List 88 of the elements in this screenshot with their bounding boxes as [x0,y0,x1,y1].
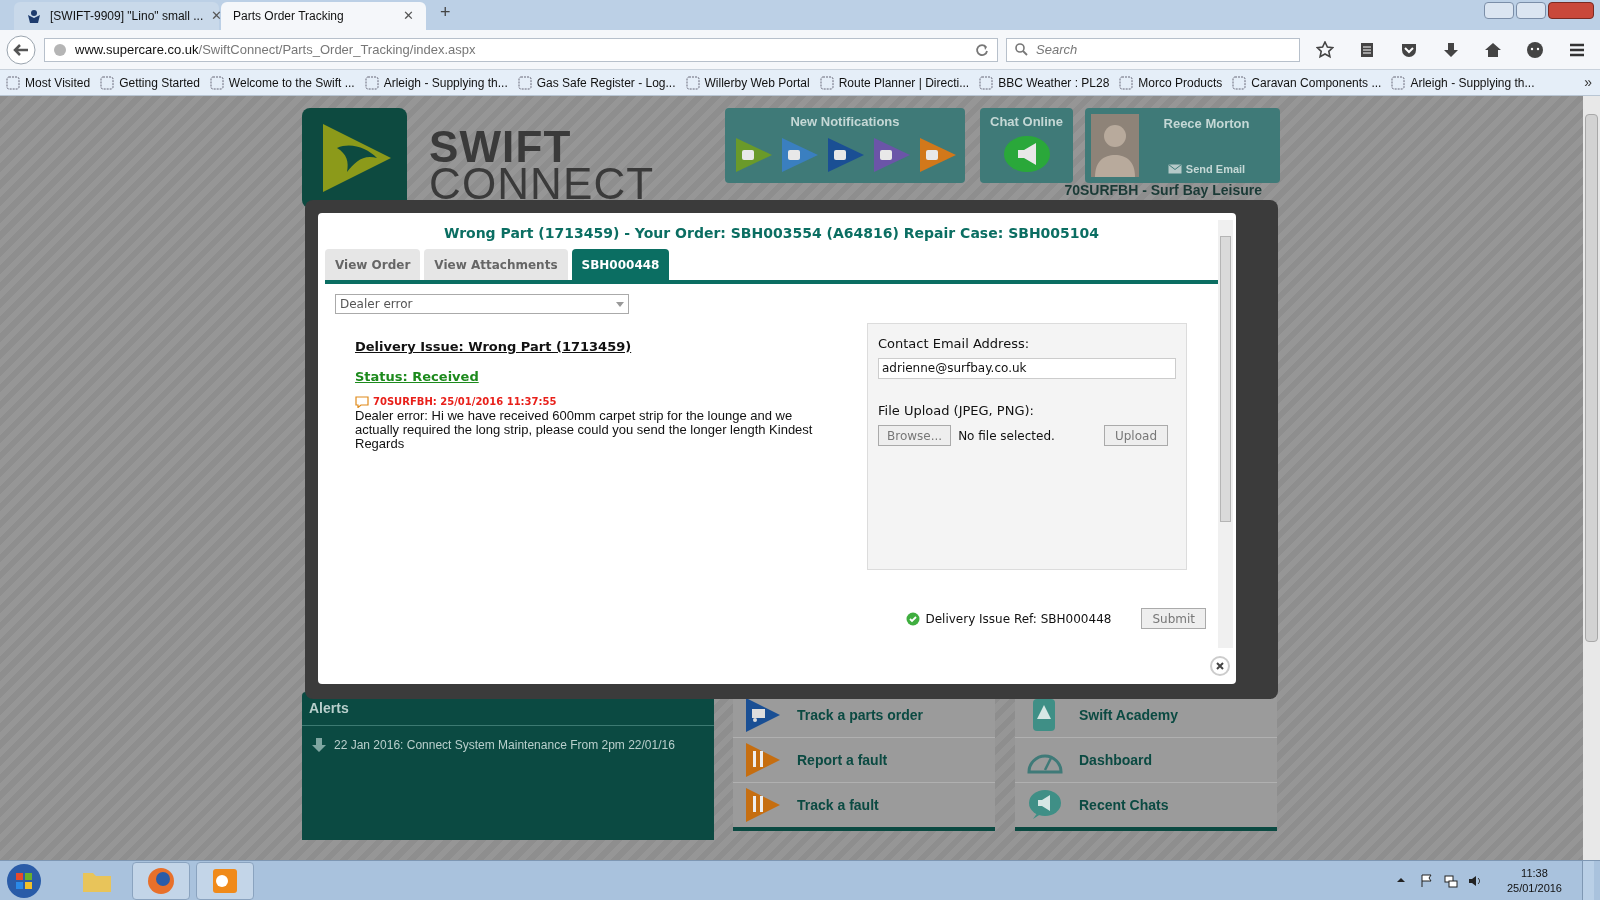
page-icon [1391,75,1406,90]
dialog-tab[interactable]: View Order [325,249,421,280]
message-text: Dealer error: Hi we have received 600mm carpet strip for the lounge and we actually required the long strip, please could you send the longer length Kindest Regards [355,409,814,451]
search-icon [1015,43,1028,56]
network-icon[interactable] [1442,872,1459,889]
page-icon [1232,75,1247,90]
browse-button[interactable]: Browse... [878,425,952,446]
bookmark-link[interactable]: Getting Started [100,73,200,92]
page-icon [979,75,994,90]
down-arrow-icon [312,738,326,752]
bookmark-link[interactable]: BBC Weather : PL28 [979,73,1110,92]
upload-label: File Upload (JPEG, PNG): [878,401,1035,420]
home-icon[interactable] [1484,40,1502,59]
chat-icon[interactable] [1526,40,1544,59]
bookmark-link[interactable]: Willerby Web Portal [685,73,810,92]
close-icon [1216,662,1224,670]
page-icon [6,75,20,90]
page-icon [209,75,224,90]
reference-text: Delivery Issue Ref: SBH000448 [925,610,1112,628]
bookmark-link[interactable]: Arleigh - Supplying th... [1391,73,1535,92]
back-icon[interactable] [6,34,36,65]
bookmark-link[interactable]: Route Planner | Directi... [819,73,970,92]
browser-tab[interactable]: [SWIFT-9909] "Lino" small ... ✕ [14,2,219,30]
download-icon[interactable] [1442,40,1460,59]
bookmark-link[interactable]: Welcome to the Swift ... [209,73,355,92]
upload-button[interactable]: Upload [1103,425,1168,446]
dialog-scrollbar[interactable] [1218,220,1233,648]
submit-button[interactable]: Submit [1141,608,1206,629]
dealer-name: 70SURFBH - Surf Bay Leisure [1064,182,1262,198]
user-name: Reece Morton [1163,115,1250,133]
bookmark-link[interactable]: Gas Safe Register - Log... [517,73,676,92]
bookmark-link[interactable]: Arleigh - Supplying th... [364,73,508,92]
brand-name: CONNECT [429,165,655,202]
page-icon [1119,75,1134,90]
star-icon[interactable] [1316,40,1334,59]
page-icon [517,75,532,90]
more-bookmarks-button[interactable]: » [1584,72,1592,93]
page-icon [100,75,115,90]
taskbar-app[interactable] [132,861,190,900]
check-icon [906,611,921,626]
dialog-title: Wrong Part (1713459) - Your Order: SBH003554 (A64816) Repair Case: SBH005104 [442,224,1101,243]
bug-icon [26,8,42,24]
menu-item[interactable]: Recent Chats [1015,782,1277,827]
logo-icon[interactable] [302,108,407,208]
address-bar[interactable]: www.supercare.co.uk/SwiftConnect/Parts_Order_Tracking/index.aspx [44,37,998,62]
message-header: 70SURFBH: 25/01/2016 11:37:55 [373,395,557,409]
clock[interactable]: 11:38 25/01/2016 [1506,865,1562,896]
dropdown-arrow-icon [616,301,624,307]
dialog-tab[interactable]: View Attachments [424,249,568,280]
search-input[interactable]: Search [1036,39,1291,60]
new-tab-button[interactable]: + [440,0,451,26]
menu-item[interactable]: Track a fault [733,782,995,827]
restore-button[interactable] [1516,2,1546,19]
search-field[interactable]: Search [1006,37,1300,62]
dialog-tab[interactable]: SBH000448 [571,249,670,280]
close-tab-icon[interactable]: ✕ [403,6,414,26]
page-icon [685,75,700,90]
page-scrollbar[interactable] [1583,96,1600,860]
panel-title: New Notifications [790,113,900,131]
panel-title: Chat Online [990,113,1063,131]
envelope-icon [1167,163,1182,174]
bookmark-link[interactable]: Caravan Components ... [1232,73,1382,92]
bookmark-link[interactable]: Most Visited [6,73,91,92]
email-field[interactable]: adrienne@surfbay.co.uk [878,357,1176,379]
bookmark-link[interactable]: Morco Products [1119,73,1223,92]
menu-item[interactable]: Dashboard [1015,737,1277,782]
flag-icon[interactable] [1418,872,1435,889]
reason-dropdown[interactable]: Dealer error [335,294,629,314]
close-button[interactable] [1210,656,1230,676]
page-icon [364,75,379,90]
reload-icon[interactable] [975,42,989,57]
menu-item[interactable]: Report a fault [733,737,995,782]
brand-name: SWIFT [429,128,572,165]
file-status: No file selected. [958,427,1056,445]
status-text: Status: Received [355,367,480,386]
start-orb-icon[interactable] [6,862,42,899]
speech-bubble-icon [355,395,369,408]
avatar-icon [1091,114,1139,177]
issue-title: Delivery Issue: Wrong Part (1713459) [355,338,633,356]
browser-tab[interactable]: Parts Order Tracking ✕ [221,2,426,30]
email-label: Contact Email Address: [878,335,1031,353]
minimize-button[interactable] [1484,2,1514,19]
page-icon [819,75,834,90]
reading-list-icon[interactable] [1358,40,1376,59]
url-text: www.supercare.co.uk/SwiftConnect/Parts_Order_Tracking/index.aspx [75,40,477,59]
taskbar-app[interactable] [196,861,254,900]
alert-text[interactable]: 22 Jan 2016: Connect System Maintenance From 2pm 22/01/16 [334,736,675,754]
globe-icon [53,42,67,57]
